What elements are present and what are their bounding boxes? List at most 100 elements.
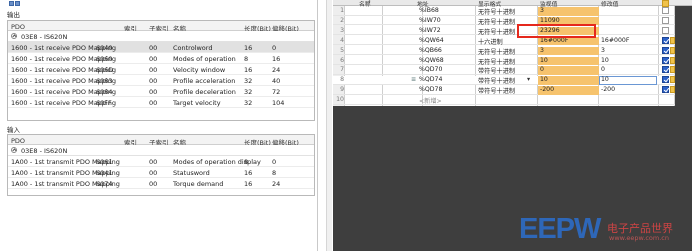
- watch-row[interactable]: 3 %IW72 无符号十进制 23296: [333, 26, 675, 36]
- modify-checkbox[interactable]: [662, 86, 669, 94]
- monitor-value-cell: 0: [540, 66, 544, 74]
- table-row[interactable]: 1600 - 1st receive PDO Mapping 6060 00 Mode…: [8, 53, 314, 64]
- cell: 6061: [96, 158, 113, 166]
- watch-row[interactable]: 9 %QD78 带符号十进制 -200 -200: [333, 86, 675, 95]
- toolbar-icon[interactable]: [9, 0, 25, 6]
- monitor-value-cell: 11090: [540, 16, 560, 24]
- cell: 00: [149, 88, 158, 96]
- watch-row[interactable]: 2 %IW70 无符号十进制 11090: [333, 16, 675, 26]
- cell: 24: [272, 66, 281, 74]
- table-row[interactable]: 1A00 - 1st transmit PDO Mapping 6074 00 Tor…: [8, 178, 314, 189]
- monitor-value-cell: 10: [540, 56, 548, 64]
- cell: 16: [244, 66, 253, 74]
- cell: 00: [149, 44, 158, 52]
- modify-checkbox[interactable]: [662, 66, 669, 74]
- modify-value-cell[interactable]: 10: [601, 57, 609, 64]
- warning-icon: [670, 86, 675, 94]
- cell: 40: [272, 77, 281, 85]
- eepw-logo: EEPW 电子产品世界 www.eepw.com.cn: [519, 213, 679, 247]
- input-section-title: 输入: [7, 126, 20, 134]
- address-cell: <新增>: [419, 98, 442, 106]
- cell: 00: [149, 180, 158, 188]
- modify-checkbox[interactable]: [662, 76, 669, 84]
- output-group-row[interactable]: 03E8 - IS620N: [8, 31, 314, 42]
- watch-row[interactable]: 4 %QW64 十六进制 16#000F 16#000F: [333, 36, 675, 46]
- modify-checkbox[interactable]: [662, 7, 669, 14]
- warning-icon: [670, 66, 675, 74]
- table-row[interactable]: 1600 - 1st receive PDO Mapping 6083 00 Prof…: [8, 75, 314, 86]
- format-dropdown-icon[interactable]: ▾: [527, 76, 530, 83]
- row-number: 3: [340, 26, 344, 34]
- watch-row[interactable]: 7 %QD70 带符号十进制 0 0: [333, 66, 675, 75]
- address-cell: %IB68: [419, 7, 439, 14]
- format-cell: 无符号十进制: [478, 48, 516, 56]
- cell: 606D: [96, 66, 114, 74]
- cell: 00: [149, 169, 158, 177]
- format-cell: 带符号十进制: [478, 68, 516, 76]
- table-row[interactable]: 1A00 - 1st transmit PDO Mapping 6041 00 Sta…: [8, 167, 314, 178]
- row-number: 10: [336, 96, 344, 104]
- watch-table-header: ↑ 名称 地址 显示格式 监视值 修改值: [333, 0, 692, 8]
- table-row[interactable]: 1A00 - 1st transmit PDO Mapping 6061 00 Mod…: [8, 156, 314, 167]
- cell: 60FF: [96, 99, 112, 107]
- table-row[interactable]: 1600 - 1st receive PDO Mapping 6084 00 Prof…: [8, 86, 314, 97]
- cell: 104: [272, 99, 285, 107]
- modify-value-cell[interactable]: 16#000F: [601, 37, 629, 44]
- watch-row[interactable]: 5 %QB66 无符号十进制 3 3: [333, 46, 675, 56]
- input-pdo-table: PDO 索引 子索引 名称 长度(Bit) 偏移(Bit) 03E8 - IS6…: [7, 134, 315, 196]
- cell: 6060: [96, 55, 113, 63]
- cell: 32: [244, 77, 253, 85]
- monitor-value-cell: -200: [540, 86, 555, 94]
- cell: Profile acceleration: [173, 77, 236, 85]
- cell: 8: [272, 169, 277, 177]
- warning-icon: [670, 46, 675, 54]
- table-row[interactable]: 1600 - 1st receive PDO Mapping 60FF 00 Targ…: [8, 97, 314, 108]
- modify-checkbox[interactable]: [662, 56, 669, 64]
- col-pdo[interactable]: PDO: [11, 137, 25, 145]
- address-cell: %IW70: [419, 16, 441, 24]
- collapse-icon[interactable]: [11, 33, 17, 39]
- table-row[interactable]: 1600 - 1st receive PDO Mapping 606D 00 Velo…: [8, 64, 314, 75]
- row-number: 2: [340, 16, 344, 24]
- modify-checkbox[interactable]: [662, 46, 669, 54]
- cell: 8: [244, 55, 249, 63]
- cell: 0: [272, 158, 277, 166]
- warning-icon: [670, 36, 675, 44]
- watch-row[interactable]: 6 %QW68 无符号十进制 10 10: [333, 56, 675, 66]
- cell: 6040: [96, 44, 113, 52]
- watch-row[interactable]: 10 <新增>: [333, 96, 675, 105]
- warning-icon: [670, 56, 675, 64]
- modify-value-cell[interactable]: 3: [601, 47, 605, 54]
- collapse-icon[interactable]: [11, 147, 17, 153]
- modify-value-cell[interactable]: -200: [601, 86, 615, 93]
- row-number: 4: [340, 36, 344, 44]
- cell: 00: [149, 158, 158, 166]
- table-row[interactable]: 1600 - 1st receive PDO Mapping 6040 00 Cont…: [8, 42, 314, 53]
- modify-checkbox[interactable]: [662, 26, 669, 34]
- watch-row[interactable]: 1 %IB68 无符号十进制 3: [333, 7, 675, 16]
- watch-row[interactable]: ▾ ≡ 8 %QD74 带符号十进制 10 10: [333, 76, 675, 85]
- format-cell: 带符号十进制: [478, 78, 516, 86]
- scrollbar[interactable]: [326, 0, 332, 251]
- modify-value-cell[interactable]: 10: [601, 76, 609, 83]
- input-group-row[interactable]: 03E8 - IS620N: [8, 145, 314, 156]
- modify-checkbox[interactable]: [662, 36, 669, 44]
- cell: 00: [149, 55, 158, 63]
- cell: 6041: [96, 169, 113, 177]
- cell: 00: [149, 66, 158, 74]
- modify-value-cell[interactable]: 0: [601, 66, 605, 73]
- col-pdo[interactable]: PDO: [11, 23, 25, 31]
- logo-brand: EEPW: [519, 213, 601, 245]
- modify-checkbox[interactable]: [662, 16, 669, 24]
- address-cell: %QD74: [419, 76, 443, 84]
- cell: 6083: [96, 77, 113, 85]
- cell: Statusword: [173, 169, 210, 177]
- address-picker-icon[interactable]: ≡: [411, 76, 416, 83]
- cell: Torque demand: [173, 180, 224, 188]
- row-number: 5: [340, 46, 344, 54]
- cell: 24: [272, 180, 281, 188]
- monitor-value-cell: 3: [540, 7, 544, 14]
- cell: 16: [244, 169, 253, 177]
- cell: 32: [244, 88, 253, 96]
- cell: 72: [272, 88, 281, 96]
